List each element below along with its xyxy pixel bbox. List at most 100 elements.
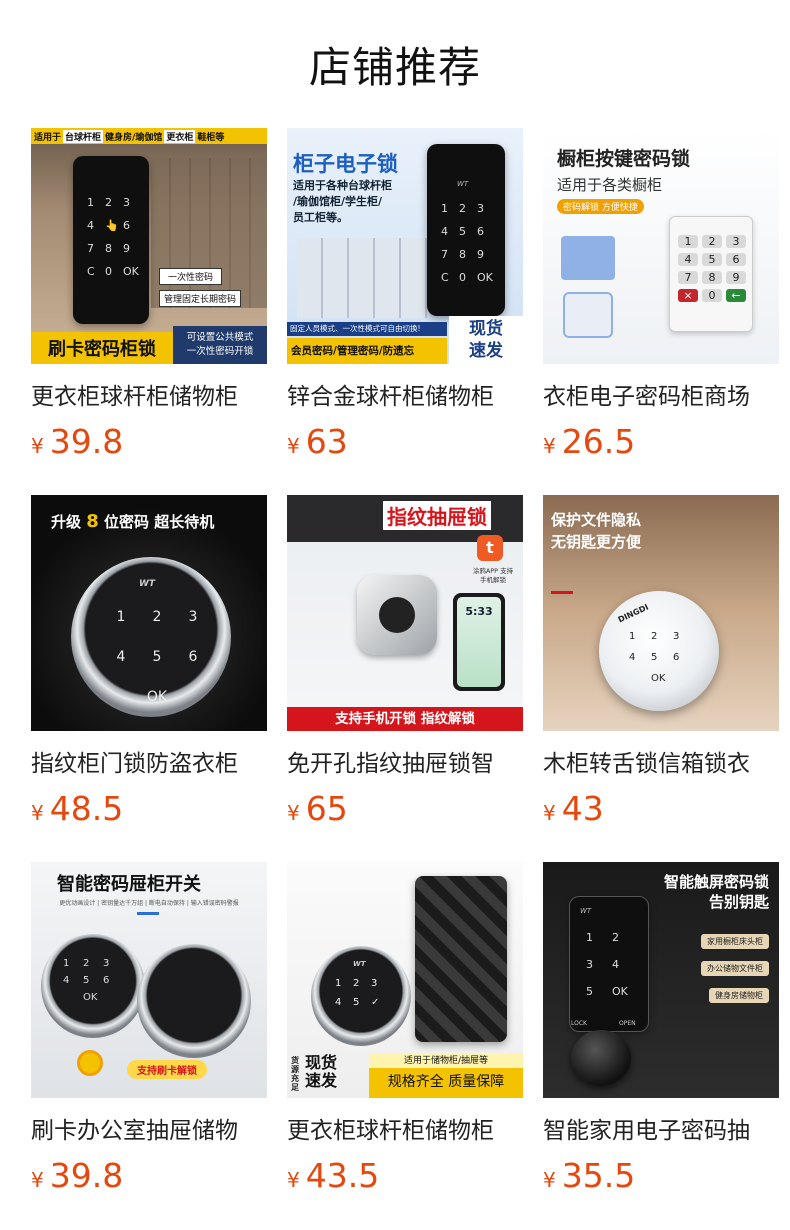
- page-title: 店铺推荐: [308, 42, 481, 92]
- image-badge: 现货 速发: [449, 316, 523, 364]
- product-image[interactable]: WT 1 2 3 4 5 ✓ 货源充足 现货 速发 适用于储物柜/抽屉等 规格齐…: [287, 862, 523, 1098]
- key-label: 1: [87, 196, 94, 209]
- product-price: ¥ 26.5: [543, 422, 779, 461]
- image-text: 适用于各种台球杆柜: [293, 179, 392, 192]
- product-image[interactable]: 保护文件隐私 无钥匙更方便 DINGDI 1 2 3 4 5 6 OK: [543, 495, 779, 731]
- product-image[interactable]: 智能密码屉柜开关 更优动画设计 | 密钥量达千万组 | 断电自动保持 | 输入错…: [31, 862, 267, 1098]
- product-title[interactable]: 锌合金球杆柜储物柜: [287, 384, 523, 410]
- product-image[interactable]: 智能触屏密码锁 告别钥匙 家用橱柜床头柜 办公储物文件柜 健身房储物柜 WT 1…: [543, 862, 779, 1098]
- image-bottom-left: 刷卡密码柜锁: [31, 332, 173, 364]
- currency-symbol: ¥: [287, 801, 300, 825]
- key-label: 2: [353, 978, 360, 989]
- price-value: 43: [561, 789, 604, 828]
- image-strip: 固定人员模式、一次性模式可自由切换!: [287, 322, 447, 336]
- image-tags: 家用橱柜床头柜 办公储物文件柜 健身房储物柜: [701, 934, 769, 1003]
- product-title[interactable]: 智能家用电子密码抽: [543, 1118, 779, 1144]
- product-price: ¥ 65: [287, 789, 523, 828]
- product-image[interactable]: 橱柜按键密码锁 适用于各类橱柜 密码解锁 方便快捷 1 2 3 4 5 6 7 …: [543, 128, 779, 364]
- product-title[interactable]: 指纹柜门锁防盗衣柜: [31, 751, 267, 777]
- product-title[interactable]: 免开孔指纹抽屉锁智: [287, 751, 523, 777]
- key-label: 4: [629, 652, 636, 663]
- product-card[interactable]: WT 1 2 3 4 5 ✓ 货源充足 现货 速发 适用于储物柜/抽屉等 规格齐…: [287, 862, 523, 1229]
- key-label: 6: [188, 649, 198, 665]
- key-label: 4: [116, 649, 126, 665]
- key-label: 5: [83, 975, 90, 986]
- brand-label: WT: [139, 579, 156, 589]
- image-headline: 智能触屏密码锁 告别钥匙: [664, 872, 769, 912]
- product-card[interactable]: 指纹抽屉锁 t 涂鸦APP 支持手机解锁 5:33 支持手机开锁 指纹解锁 免开…: [287, 495, 523, 862]
- image-tag: 家用橱柜床头柜: [701, 934, 769, 949]
- image-text: 保护文件隐私: [551, 511, 642, 529]
- image-bottom: 会员密码/管理密码/防遗忘: [287, 338, 447, 364]
- product-title[interactable]: 更衣柜球杆柜储物柜: [287, 1118, 523, 1144]
- key-label: C: [87, 265, 95, 278]
- lock-body: [415, 876, 507, 1042]
- product-price: ¥ 63: [287, 422, 523, 461]
- round-keypad-lock: WT 1 2 3 4 5 6 OK: [71, 557, 231, 717]
- product-title[interactable]: 木柜转舌锁信箱锁衣: [543, 751, 779, 777]
- key-label: OK: [612, 985, 628, 998]
- image-text: 台球杆柜: [63, 129, 104, 143]
- currency-symbol: ¥: [287, 434, 300, 458]
- product-title[interactable]: 刷卡办公室抽屉储物: [31, 1118, 267, 1144]
- key-label: 3: [188, 609, 198, 625]
- product-card[interactable]: 保护文件隐私 无钥匙更方便 DINGDI 1 2 3 4 5 6 OK 木柜转舌…: [543, 495, 779, 862]
- product-card[interactable]: 柜子电子锁 适用于各种台球杆柜 /瑜伽馆柜/学生柜/ 员工柜等。 WT 1 2 …: [287, 128, 523, 495]
- key-label: 2: [152, 609, 162, 625]
- product-card[interactable]: 橱柜按键密码锁 适用于各类橱柜 密码解锁 方便快捷 1 2 3 4 5 6 7 …: [543, 128, 779, 495]
- store-recommendations-page: 店铺推荐 适用于 台球杆柜 健身房/瑜伽馆 更衣柜 鞋柜等 1 2 3 4 👆 …: [0, 0, 790, 1230]
- round-keypad-lock: [137, 944, 251, 1058]
- keypad-keys: 1 2 3 4 5 6 OK: [63, 958, 123, 1003]
- key-label: 7: [441, 248, 448, 261]
- product-image[interactable]: 适用于 台球杆柜 健身房/瑜伽馆 更衣柜 鞋柜等 1 2 3 4 👆 6 7 8…: [31, 128, 267, 364]
- product-image[interactable]: 柜子电子锁 适用于各种台球杆柜 /瑜伽馆柜/学生柜/ 员工柜等。 WT 1 2 …: [287, 128, 523, 364]
- key-label: 5: [152, 649, 162, 665]
- product-title[interactable]: 更衣柜球杆柜储物柜: [31, 384, 267, 410]
- product-image[interactable]: 升级 8 位密码 超长待机 WT 1 2 3 4 5 6 OK: [31, 495, 267, 731]
- brand-label: WT: [457, 180, 469, 188]
- image-subtitle: 适用于各类橱柜: [557, 176, 663, 194]
- product-title[interactable]: 衣柜电子密码柜商场: [543, 384, 779, 410]
- product-card[interactable]: 智能密码屉柜开关 更优动画设计 | 密钥量达千万组 | 断电自动保持 | 输入错…: [31, 862, 267, 1229]
- image-headline: 橱柜按键密码锁: [557, 148, 691, 170]
- price-value: 48.5: [49, 789, 124, 828]
- image-stamp: 货源充足: [291, 1056, 299, 1092]
- key-label: 1: [629, 631, 636, 642]
- key-label: 2: [459, 202, 466, 215]
- key-label: 3: [103, 958, 110, 969]
- image-subtitle: 更优动画设计 | 密钥量达千万组 | 断电自动保持 | 输入错误密码警报: [59, 900, 239, 907]
- product-price: ¥ 43.5: [287, 1156, 523, 1195]
- currency-symbol: ¥: [543, 801, 556, 825]
- key-label: 0: [459, 271, 466, 284]
- app-icon: t: [477, 535, 503, 561]
- key-label: 1: [116, 609, 126, 625]
- product-price: ¥ 35.5: [543, 1156, 779, 1195]
- phone-time: 5:33: [465, 605, 493, 618]
- key-label: 0: [702, 289, 722, 302]
- image-text: /瑜伽馆柜/学生柜/: [293, 195, 383, 208]
- key-label: 3: [371, 978, 378, 989]
- product-card[interactable]: 适用于 台球杆柜 健身房/瑜伽馆 更衣柜 鞋柜等 1 2 3 4 👆 6 7 8…: [31, 128, 267, 495]
- key-label: 2: [612, 931, 619, 944]
- key-label: 7: [87, 242, 94, 255]
- image-text: 速发: [469, 341, 503, 361]
- key-label: 4: [441, 225, 448, 238]
- key-label: 7: [678, 271, 698, 284]
- image-headline: 智能密码屉柜开关: [57, 874, 201, 895]
- product-image[interactable]: 指纹抽屉锁 t 涂鸦APP 支持手机解锁 5:33 支持手机开锁 指纹解锁: [287, 495, 523, 731]
- locker-backdrop: [151, 158, 267, 308]
- keypad-lock: WT 1 2 3 4 5 OK: [569, 896, 649, 1032]
- key-label: 4: [612, 958, 619, 971]
- product-card[interactable]: 智能触屏密码锁 告别钥匙 家用橱柜床头柜 办公储物文件柜 健身房储物柜 WT 1…: [543, 862, 779, 1229]
- key-label: 6: [726, 253, 746, 266]
- lock-label: LOCK: [571, 1020, 587, 1027]
- key-label: 8: [702, 271, 722, 284]
- key-label: 2: [651, 631, 658, 642]
- key-label: 2: [83, 958, 90, 969]
- key-label: 3: [673, 631, 680, 642]
- phone: 5:33: [453, 593, 505, 691]
- image-text: 员工柜等。: [293, 211, 348, 224]
- product-card[interactable]: 升级 8 位密码 超长待机 WT 1 2 3 4 5 6 OK 指纹柜门锁防盗衣…: [31, 495, 267, 862]
- keypad-keys: 1 2 3 4 5 6 OK: [629, 631, 695, 684]
- brand-label: WT: [353, 960, 366, 968]
